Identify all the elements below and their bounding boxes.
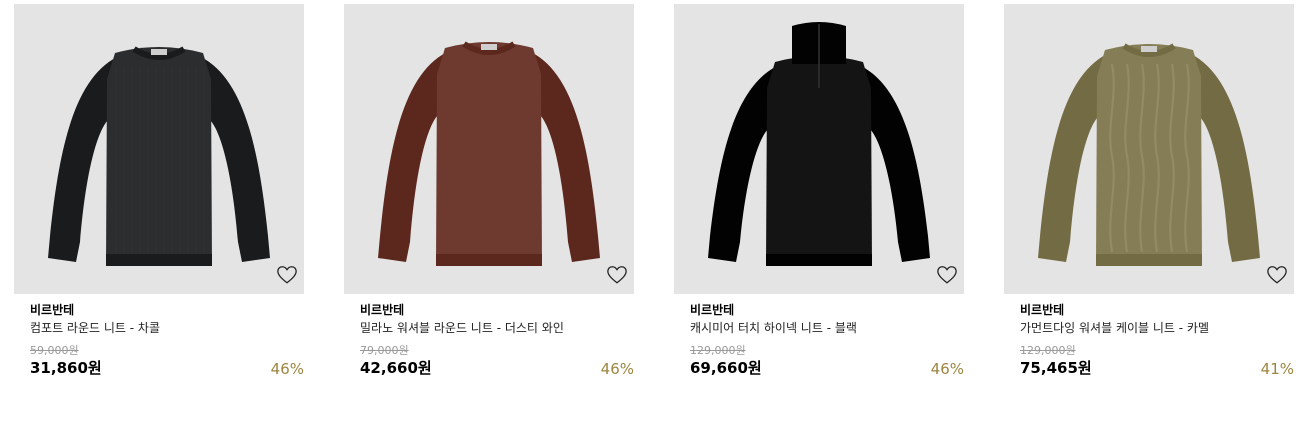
original-price: 129,000원 (1020, 344, 1076, 357)
sweater-image (1038, 43, 1260, 266)
wishlist-button[interactable] (606, 264, 628, 286)
sweater-image (48, 46, 270, 266)
sweater-label (151, 49, 167, 55)
brand-name: 비르반테 (30, 303, 75, 317)
sweater-hem (1096, 254, 1202, 266)
product-name[interactable]: 캐시미어 터치 하이넥 니트 - 블랙 (690, 321, 857, 335)
sweater-hem (436, 254, 542, 266)
product-image[interactable] (344, 4, 634, 294)
sale-price: 69,660원 (690, 359, 762, 377)
sale-price: 42,660원 (360, 359, 432, 377)
original-price: 59,000원 (30, 344, 79, 357)
discount-rate: 46% (270, 360, 304, 378)
sweater-hem (106, 254, 212, 266)
product-name[interactable]: 가먼트다잉 워셔블 케이블 니트 - 카멜 (1020, 321, 1209, 335)
brand-name: 비르반테 (1020, 303, 1065, 317)
product-grid: 비르반테 컴포트 라운드 니트 - 차콜 59,000원 31,860원 46%… (14, 4, 1294, 404)
sweater-body (436, 42, 542, 266)
sweater-label (1141, 46, 1157, 52)
product-name[interactable]: 밀라노 워셔블 라운드 니트 - 더스티 와인 (360, 321, 564, 335)
sweater-image (378, 41, 600, 266)
discount-rate: 41% (1260, 360, 1294, 378)
discount-rate: 46% (600, 360, 634, 378)
product-card[interactable]: 비르반테 가먼트다잉 워셔블 케이블 니트 - 카멜 129,000원 75,4… (1004, 4, 1294, 394)
product-card[interactable]: 비르반테 컴포트 라운드 니트 - 차콜 59,000원 31,860원 46% (14, 4, 304, 394)
wishlist-button[interactable] (1266, 264, 1288, 286)
wishlist-button[interactable] (936, 264, 958, 286)
product-name[interactable]: 컴포트 라운드 니트 - 차콜 (30, 321, 160, 335)
sweater-hem (766, 254, 872, 266)
heart-outline-icon (607, 266, 627, 284)
heart-outline-icon (277, 266, 297, 284)
product-image[interactable] (1004, 4, 1294, 294)
sale-price: 75,465원 (1020, 359, 1092, 377)
wishlist-button[interactable] (276, 264, 298, 286)
sweater-image (708, 22, 930, 266)
sale-price: 31,860원 (30, 359, 102, 377)
brand-name: 비르반테 (690, 303, 735, 317)
heart-outline-icon (937, 266, 957, 284)
discount-rate: 46% (930, 360, 964, 378)
product-card[interactable]: 비르반테 캐시미어 터치 하이넥 니트 - 블랙 129,000원 69,660… (674, 4, 964, 394)
product-image[interactable] (14, 4, 304, 294)
sweater-label (481, 44, 497, 50)
original-price: 79,000원 (360, 344, 409, 357)
heart-outline-icon (1267, 266, 1287, 284)
product-card[interactable]: 비르반테 밀라노 워셔블 라운드 니트 - 더스티 와인 79,000원 42,… (344, 4, 634, 394)
original-price: 129,000원 (690, 344, 746, 357)
brand-name: 비르반테 (360, 303, 405, 317)
product-image[interactable] (674, 4, 964, 294)
